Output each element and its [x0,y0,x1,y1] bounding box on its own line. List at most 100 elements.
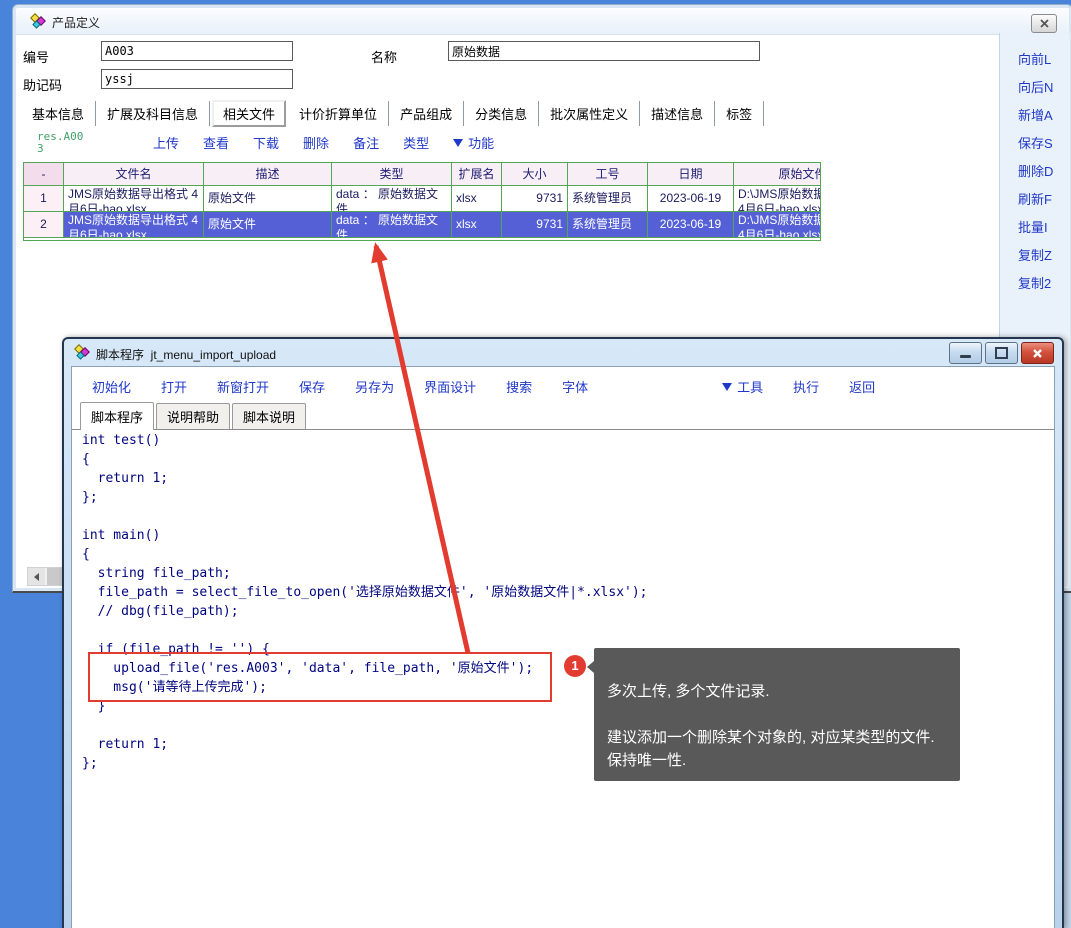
col-header-description[interactable]: 描述 [204,163,332,186]
row2-size-cell[interactable]: 9731 [502,212,568,238]
tab-product-composition[interactable]: 产品组成 [389,101,464,126]
dropdown-arrow-icon [722,383,732,391]
copy2-button[interactable]: 复制2 [1018,273,1051,292]
functions-menu-button[interactable]: 功能 [453,133,494,152]
tab-basic-info[interactable]: 基本信息 [21,101,96,126]
remark-button[interactable]: 备注 [353,133,379,152]
desktop: 产品定义 编号 名称 助记码 基本信息 扩展及科目信息 相关文件 计价折算单位 … [0,0,1071,928]
product-window-title: 产品定义 [52,14,100,31]
row2-ext-cell[interactable]: xlsx [452,212,502,238]
col-header-size[interactable]: 大小 [502,163,568,186]
script-tab-bar: 脚本程序 说明帮助 脚本说明 [72,405,1054,430]
row1-ext-cell[interactable]: xlsx [452,186,502,212]
code-field-label: 编号 [23,47,49,66]
restore-icon[interactable] [985,342,1018,364]
col-header-date[interactable]: 日期 [648,163,734,186]
tab-script-program[interactable]: 脚本程序 [80,402,154,430]
code-field-input[interactable] [101,41,293,61]
tab-pricing-conversion-unit[interactable]: 计价折算单位 [288,101,389,126]
row1-description-cell[interactable]: 原始文件 [204,186,332,212]
tooltip-text: 多次上传, 多个文件记录. 建议添加一个删除某个对象的, 对应某类型的文件. 保… [607,683,935,769]
script-window-titlebar[interactable]: 脚本程序 jt_menu_import_upload [64,339,1062,366]
col-header-ext[interactable]: 扩展名 [452,163,502,186]
previous-button[interactable]: 向前L [1018,49,1051,68]
mnemonic-field-input[interactable] [101,69,293,89]
add-button[interactable]: 新增A [1018,105,1053,124]
col-header-type[interactable]: 类型 [332,163,452,186]
file-table: - 文件名 描述 类型 扩展名 大小 工号 日期 原始文件名 1 JMS原始数据… [23,162,821,241]
row2-type-cell[interactable]: data ： 原始数据文件 [332,212,452,238]
col-header-filename[interactable]: 文件名 [64,163,204,186]
row1-operator-cell[interactable]: 系统管理员 [568,186,648,212]
row2-filename-cell[interactable]: JMS原始数据导出格式 4月6日-hao.xlsx [64,212,204,238]
tab-script-description[interactable]: 脚本说明 [232,403,306,429]
next-button[interactable]: 向后N [1018,77,1053,96]
row1-original-file-cell[interactable]: D:\JMS原始数据导出格式 4月6日-hao.xlsx [734,186,821,212]
functions-menu-label: 功能 [468,133,494,152]
mnemonic-field-label: 助记码 [23,75,62,94]
row1-size-cell[interactable]: 9731 [502,186,568,212]
save-as-button[interactable]: 另存为 [355,377,394,396]
product-tab-bar: 基本信息 扩展及科目信息 相关文件 计价折算单位 产品组成 分类信息 批次属性定… [21,100,764,126]
product-window-close-icon[interactable] [1031,14,1057,33]
app-diamond-icon [30,13,46,29]
ui-design-button[interactable]: 界面设计 [424,377,476,396]
row1-date-cell[interactable]: 2023-06-19 [648,186,734,212]
script-toolbar: 初始化 打开 新窗打开 保存 另存为 界面设计 搜索 字体 工具 执行 返回 [92,377,875,396]
script-window-content: 初始化 打开 新窗打开 保存 另存为 界面设计 搜索 字体 工具 执行 返回 脚… [71,366,1055,928]
row1-type-cell[interactable]: data ： 原始数据文件 [332,186,452,212]
tab-label[interactable]: 标签 [715,101,764,126]
row1-index-cell[interactable]: 1 [24,186,64,212]
delete-button[interactable]: 删除 [303,133,329,152]
search-button[interactable]: 搜索 [506,377,532,396]
script-code-editor[interactable]: int test() { return 1; }; int main() { s… [82,431,648,773]
download-button[interactable]: 下载 [253,133,279,152]
run-button[interactable]: 执行 [793,377,819,396]
refresh-button[interactable]: 刷新F [1018,189,1052,208]
col-header-index[interactable]: - [24,163,64,186]
col-header-original-file[interactable]: 原始文件名 [734,163,821,186]
annotation-tooltip: 多次上传, 多个文件记录. 建议添加一个删除某个对象的, 对应某类型的文件. 保… [594,648,960,781]
save-script-button[interactable]: 保存 [299,377,325,396]
tab-batch-attribute-definition[interactable]: 批次属性定义 [539,101,640,126]
col-header-operator[interactable]: 工号 [568,163,648,186]
delete-record-button[interactable]: 删除D [1018,161,1053,180]
row2-index-cell[interactable]: 2 [24,212,64,238]
resource-id-label: res.A003 [37,131,85,155]
tab-description-info[interactable]: 描述信息 [640,101,715,126]
tooltip-notch [587,661,594,673]
type-button[interactable]: 类型 [403,133,429,152]
upload-button[interactable]: 上传 [153,133,179,152]
scroll-left-icon[interactable] [28,568,45,585]
row2-operator-cell[interactable]: 系统管理员 [568,212,648,238]
name-field-input[interactable] [448,41,760,61]
copy-button[interactable]: 复制Z [1018,245,1052,264]
app-diamond-icon [74,344,90,360]
minimize-icon[interactable] [949,342,982,364]
dropdown-arrow-icon [453,139,463,147]
script-window-title: 脚本程序 jt_menu_import_upload [96,346,276,363]
annotation-highlight-box [88,652,552,702]
close-icon[interactable] [1021,342,1054,364]
row2-description-cell[interactable]: 原始文件 [204,212,332,238]
batch-button[interactable]: 批量I [1018,217,1048,236]
tools-menu-label: 工具 [737,377,763,396]
name-field-label: 名称 [371,47,397,66]
open-new-window-button[interactable]: 新窗打开 [217,377,269,396]
font-button[interactable]: 字体 [562,377,588,396]
open-button[interactable]: 打开 [161,377,187,396]
row2-original-file-cell[interactable]: D:\JMS原始数据导出格式 4月6日-hao.xlsx [734,212,821,238]
row1-filename-cell[interactable]: JMS原始数据导出格式 4月6日-hao.xlsx [64,186,204,212]
tab-related-files[interactable]: 相关文件 [212,100,286,127]
row2-date-cell[interactable]: 2023-06-19 [648,212,734,238]
back-button[interactable]: 返回 [849,377,875,396]
tab-classification-info[interactable]: 分类信息 [464,101,539,126]
product-window-titlebar[interactable]: 产品定义 [16,8,1069,35]
tools-menu-button[interactable]: 工具 [722,377,763,396]
tab-help-notes[interactable]: 说明帮助 [156,403,230,429]
save-button[interactable]: 保存S [1018,133,1053,152]
tab-extended-subject-info[interactable]: 扩展及科目信息 [96,101,210,126]
init-button[interactable]: 初始化 [92,377,131,396]
file-toolbar: 上传 查看 下载 删除 备注 类型 功能 [153,133,494,152]
view-button[interactable]: 查看 [203,133,229,152]
